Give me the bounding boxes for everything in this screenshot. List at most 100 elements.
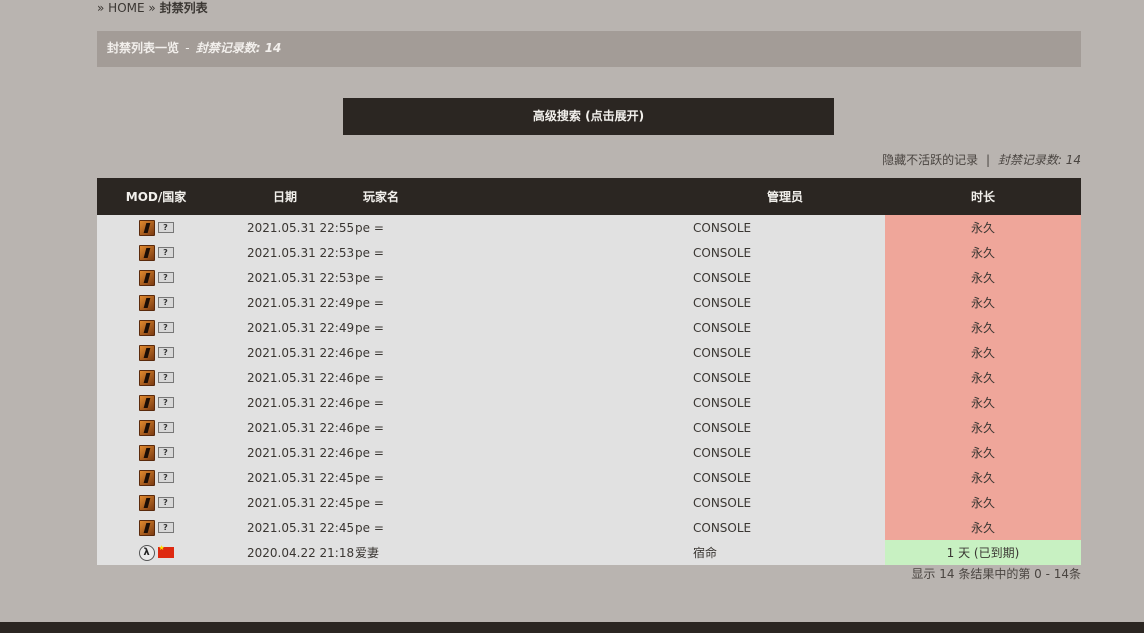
table-row[interactable]: ? 2021.05.31 22:49 pe = CONSOLE 永久	[97, 315, 1081, 340]
admin-name: CONSOLE	[685, 440, 885, 465]
admin-name: CONSOLE	[685, 515, 885, 540]
cs-icon	[138, 394, 155, 411]
unknown-flag-icon: ?	[157, 222, 174, 233]
ban-date: 2021.05.31 22:49	[215, 315, 355, 340]
player-name: pe =	[355, 390, 685, 415]
player-name: pe =	[355, 515, 685, 540]
cs-icon	[138, 244, 155, 261]
ban-length: 永久	[885, 465, 1081, 490]
unknown-flag-icon: ?	[157, 347, 174, 358]
player-name: pe =	[355, 240, 685, 265]
ban-length: 永久	[885, 315, 1081, 340]
ban-length: 永久	[885, 265, 1081, 290]
summary-ban-count: 封禁记录数: 14	[997, 153, 1081, 167]
table-row[interactable]: ? 2021.05.31 22:45 pe = CONSOLE 永久	[97, 490, 1081, 515]
table-row[interactable]: ? 2021.05.31 22:46 pe = CONSOLE 永久	[97, 340, 1081, 365]
ban-table-header: MOD/国家 日期 玩家名 管理员 时长	[97, 178, 1081, 215]
table-row[interactable]: ? 2021.05.31 22:53 pe = CONSOLE 永久	[97, 265, 1081, 290]
hide-inactive-link[interactable]: 隐藏不活跃的记录	[882, 153, 978, 167]
mod-country-cell: ?	[97, 465, 215, 490]
cs-icon	[138, 419, 155, 436]
player-name: pe =	[355, 315, 685, 340]
table-row[interactable]: ? 2021.05.31 22:46 pe = CONSOLE 永久	[97, 365, 1081, 390]
ban-length: 1 天 (已到期)	[885, 540, 1081, 565]
cs-icon	[138, 269, 155, 286]
unknown-flag-icon: ?	[157, 272, 174, 283]
ban-length: 永久	[885, 240, 1081, 265]
table-row[interactable]: ? 2021.05.31 22:49 pe = CONSOLE 永久	[97, 290, 1081, 315]
unknown-flag-icon: ?	[157, 522, 174, 533]
mod-country-cell: ?	[97, 515, 215, 540]
table-row[interactable]: λ 2020.04.22 21:18爱妻宿命1 天 (已到期)	[97, 540, 1081, 565]
advanced-search-button[interactable]: 高级搜索 (点击展开)	[343, 98, 834, 135]
pagination-summary: 显示 14 条结果中的第 0 - 14条	[911, 567, 1081, 581]
mod-country-cell: λ	[97, 540, 215, 565]
mod-country-cell: ?	[97, 290, 215, 315]
player-name: pe =	[355, 465, 685, 490]
column-header-mod[interactable]: MOD/国家	[97, 178, 215, 215]
unknown-flag-icon: ?	[157, 322, 174, 333]
table-row[interactable]: ? 2021.05.31 22:53 pe = CONSOLE 永久	[97, 240, 1081, 265]
mod-country-cell: ?	[97, 390, 215, 415]
breadcrumb-separator: »	[148, 1, 156, 15]
table-row[interactable]: ? 2021.05.31 22:45 pe = CONSOLE 永久	[97, 515, 1081, 540]
ban-date: 2021.05.31 22:53	[215, 240, 355, 265]
breadcrumb-current: 封禁列表	[159, 1, 208, 15]
ban-date: 2021.05.31 22:45	[215, 490, 355, 515]
mod-country-cell: ?	[97, 265, 215, 290]
ban-date: 2021.05.31 22:46	[215, 365, 355, 390]
ban-date: 2020.04.22 21:18	[215, 540, 355, 565]
cs-icon	[138, 219, 155, 236]
player-name: pe =	[355, 365, 685, 390]
breadcrumb-home-link[interactable]: HOME	[108, 1, 144, 15]
table-row[interactable]: ? 2021.05.31 22:55 pe = CONSOLE 永久	[97, 215, 1081, 240]
column-header-name[interactable]: 玩家名	[355, 178, 685, 215]
cs-icon	[138, 469, 155, 486]
mod-country-cell: ?	[97, 490, 215, 515]
unknown-flag-icon: ?	[157, 447, 174, 458]
footer-bar	[0, 622, 1144, 633]
ban-date: 2021.05.31 22:45	[215, 515, 355, 540]
player-name: pe =	[355, 440, 685, 465]
admin-name: CONSOLE	[685, 340, 885, 365]
cs-icon	[138, 319, 155, 336]
ban-length: 永久	[885, 490, 1081, 515]
mod-country-cell: ?	[97, 240, 215, 265]
ban-date: 2021.05.31 22:53	[215, 265, 355, 290]
table-row[interactable]: ? 2021.05.31 22:45 pe = CONSOLE 永久	[97, 465, 1081, 490]
unknown-flag-icon: ?	[157, 247, 174, 258]
ban-length: 永久	[885, 390, 1081, 415]
player-name: pe =	[355, 490, 685, 515]
ban-length: 永久	[885, 215, 1081, 240]
ban-length: 永久	[885, 440, 1081, 465]
cs-icon	[138, 444, 155, 461]
player-name: 爱妻	[355, 540, 685, 565]
ban-count: 封禁记录数: 14	[195, 41, 282, 55]
breadcrumb-separator: »	[97, 1, 105, 15]
player-name: pe =	[355, 265, 685, 290]
list-summary: 隐藏不活跃的记录 | 封禁记录数: 14	[882, 152, 1081, 168]
unknown-flag-icon: ?	[157, 397, 174, 408]
table-row[interactable]: ? 2021.05.31 22:46 pe = CONSOLE 永久	[97, 390, 1081, 415]
admin-name: CONSOLE	[685, 490, 885, 515]
admin-name: CONSOLE	[685, 240, 885, 265]
player-name: pe =	[355, 415, 685, 440]
china-flag-icon	[157, 544, 174, 558]
admin-name: CONSOLE	[685, 465, 885, 490]
ban-date: 2021.05.31 22:45	[215, 465, 355, 490]
ban-length: 永久	[885, 515, 1081, 540]
table-row[interactable]: ? 2021.05.31 22:46 pe = CONSOLE 永久	[97, 440, 1081, 465]
table-row[interactable]: ? 2021.05.31 22:46 pe = CONSOLE 永久	[97, 415, 1081, 440]
admin-name: CONSOLE	[685, 415, 885, 440]
mod-country-cell: ?	[97, 440, 215, 465]
unknown-flag-icon: ?	[157, 497, 174, 508]
column-header-date[interactable]: 日期	[215, 178, 355, 215]
cs-icon	[138, 294, 155, 311]
cs-icon	[138, 519, 155, 536]
admin-name: CONSOLE	[685, 365, 885, 390]
column-header-length[interactable]: 时长	[885, 178, 1081, 215]
summary-separator: |	[985, 153, 991, 167]
column-header-admin[interactable]: 管理员	[685, 178, 885, 215]
ban-date: 2021.05.31 22:49	[215, 290, 355, 315]
ban-length: 永久	[885, 415, 1081, 440]
